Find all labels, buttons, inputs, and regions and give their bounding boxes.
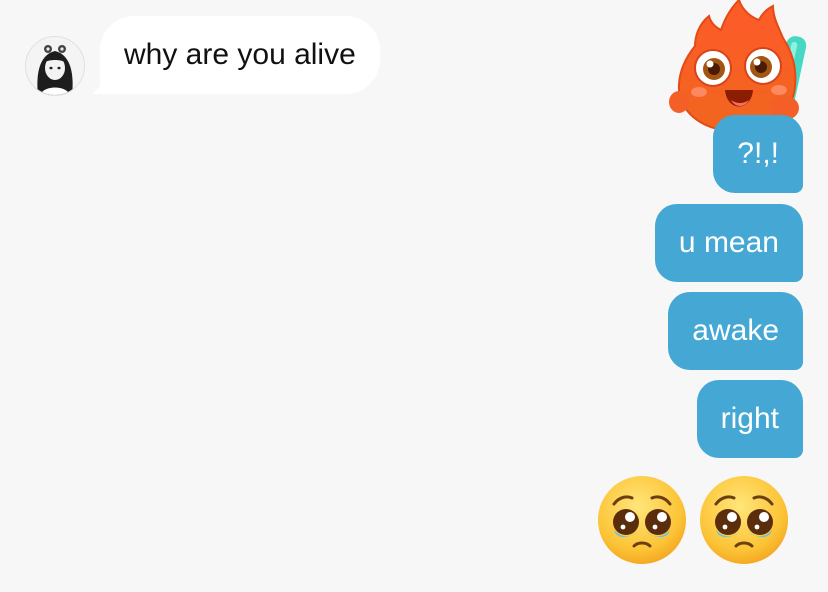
pleading-face-icon bbox=[598, 476, 686, 564]
emoji-message[interactable] bbox=[596, 474, 790, 566]
outgoing-message-bubble[interactable]: ?!,! bbox=[713, 115, 803, 193]
contact-avatar[interactable] bbox=[25, 36, 85, 96]
outgoing-message-bubble[interactable]: awake bbox=[668, 292, 803, 370]
bubble-tail bbox=[92, 74, 112, 94]
outgoing-message-bubble[interactable]: right bbox=[696, 380, 803, 458]
avatar-portrait-icon bbox=[26, 37, 84, 95]
outgoing-message-text: u mean bbox=[678, 226, 779, 259]
outgoing-message-text: ?!,! bbox=[737, 137, 779, 170]
outgoing-message-text: right bbox=[720, 402, 779, 435]
outgoing-message-text: awake bbox=[692, 314, 779, 347]
chat-thread: why are you alive ?!,! u mean awake righ… bbox=[0, 0, 828, 592]
incoming-message-text: why are you alive bbox=[124, 38, 356, 71]
pleading-face-icon bbox=[700, 476, 788, 564]
outgoing-message-bubble[interactable]: u mean bbox=[654, 204, 803, 282]
incoming-message-bubble[interactable]: why are you alive bbox=[92, 16, 380, 94]
